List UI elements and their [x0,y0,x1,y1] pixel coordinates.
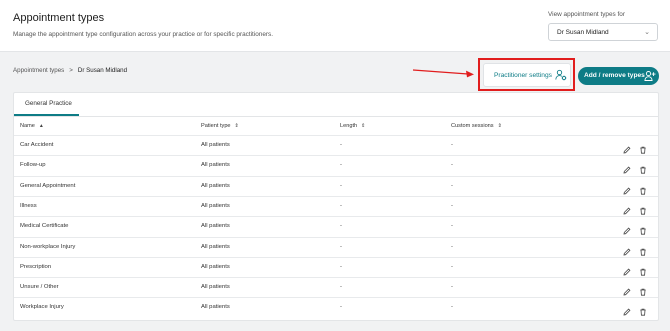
cell-length: - [340,223,342,230]
cell-custom-sessions: - [451,263,453,270]
cell-custom-sessions: - [451,162,453,169]
practitioner-select-value: Dr Susan Midland [557,29,609,36]
add-user-icon [644,71,656,81]
table-row[interactable]: Unsure / Other All patients - - [14,277,658,297]
cell-custom-sessions: - [451,142,453,148]
sort-ascending-icon: ▲ [38,123,44,129]
column-header-patient-type-label: Patient type [201,123,231,129]
cell-patient-type: All patients [201,243,230,250]
table-row[interactable]: Non-workplace Injury All patients - - [14,236,658,257]
table-row[interactable]: Car Accident All patients - - [14,135,658,155]
cell-custom-sessions: - [451,284,453,291]
cell-patient-type: All patients [201,162,230,169]
cell-name: Non-workplace Injury [20,243,76,250]
cell-custom-sessions: - [451,202,453,209]
practitioner-select[interactable]: Dr Susan Midland ⌄ [548,23,658,41]
annotation-arrow [412,69,474,78]
breadcrumb: Appointment types > Dr Susan Midland [13,67,127,74]
page-header: Appointment types Manage the appointment… [0,0,670,52]
trash-icon[interactable] [639,303,647,321]
cell-name: Car Accident [20,142,54,148]
view-for-label: View appointment types for [548,11,625,18]
column-header-custom-sessions[interactable]: Custom sessions ⇕ [451,123,502,129]
table-row[interactable]: Illness All patients - - [14,195,658,216]
cell-patient-type: All patients [201,263,230,270]
column-header-length[interactable]: Length ⇕ [340,123,365,129]
cell-length: - [340,202,342,209]
cell-name: Follow-up [20,162,46,169]
table-header: Name ▲ Patient type ⇕ Length ⇕ Custom sessi… [14,117,658,135]
table-row[interactable]: Prescription All patients - - [14,256,658,277]
cell-length: - [340,162,342,169]
cell-name: Workplace Injury [20,304,64,311]
cell-patient-type: All patients [201,304,230,311]
tab-general-practice[interactable]: General Practice [14,93,79,116]
chevron-down-icon: ⌄ [644,29,650,36]
column-header-name[interactable]: Name ▲ [20,123,44,129]
add-remove-types-button[interactable]: Add / remove types [578,67,659,85]
annotation-highlight-box [478,58,575,91]
cell-length: - [340,243,342,250]
cell-patient-type: All patients [201,182,230,189]
tab-label: General Practice [25,100,72,107]
breadcrumb-root-link[interactable]: Appointment types [13,67,64,74]
breadcrumb-current: Dr Susan Midland [77,67,128,74]
add-remove-types-label: Add / remove types [584,72,645,79]
cell-name: Medical Certificate [20,223,69,230]
cell-custom-sessions: - [451,304,453,311]
cell-custom-sessions: - [451,243,453,250]
cell-patient-type: All patients [201,284,230,291]
cell-length: - [340,182,342,189]
table-row[interactable]: Follow-up All patients - - [14,155,658,175]
column-header-length-label: Length [340,123,358,129]
sort-icon: ⇕ [497,123,502,129]
cell-length: - [340,263,342,270]
cell-length: - [340,142,342,148]
breadcrumb-separator: > [69,67,73,74]
cell-name: Illness [20,202,37,209]
cell-name: General Appointment [20,182,76,189]
cell-patient-type: All patients [201,142,230,148]
table-row[interactable]: Workplace Injury All patients - - [14,297,658,317]
page-subtitle: Manage the appointment type configuratio… [13,31,274,38]
sort-icon: ⇕ [234,123,239,129]
appointment-types-panel: General Practice Name ▲ Patient type ⇕ Len… [13,92,659,321]
cell-custom-sessions: - [451,182,453,189]
cell-name: Unsure / Other [20,284,59,291]
cell-name: Prescription [20,263,52,270]
table-row[interactable]: Medical Certificate All patients - - [14,216,658,236]
edit-icon[interactable] [623,303,631,321]
page-title: Appointment types [13,12,105,24]
table-row[interactable]: General Appointment All patients - - [14,175,658,196]
column-header-patient-type[interactable]: Patient type ⇕ [201,123,239,129]
sort-icon: ⇕ [361,123,366,129]
column-header-name-label: Name [20,123,35,129]
cell-length: - [340,284,342,291]
cell-length: - [340,304,342,311]
cell-custom-sessions: - [451,223,453,230]
cell-patient-type: All patients [201,202,230,209]
cell-patient-type: All patients [201,223,230,230]
column-header-custom-sessions-label: Custom sessions [451,123,494,129]
